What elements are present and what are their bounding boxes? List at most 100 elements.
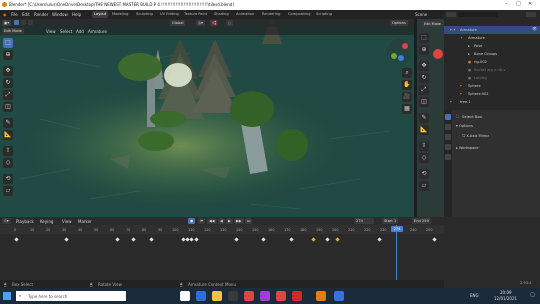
keyframe[interactable] [131, 237, 136, 242]
secondary-rotate-tool-icon[interactable]: ↻ [419, 73, 429, 83]
outliner-row[interactable]: ▾ Sphere.001 [444, 90, 540, 98]
outliner-row[interactable]: ▸ Pose [444, 42, 540, 50]
render-tab-icon[interactable] [445, 124, 451, 130]
tab-uv-editing[interactable]: UV Editing [158, 11, 181, 18]
outliner-row[interactable]: ▾ Sphere [444, 82, 540, 90]
keyframe-selected[interactable] [311, 237, 316, 242]
start-frame-field[interactable]: Start 1 [382, 218, 399, 224]
keyframe[interactable] [325, 237, 330, 242]
outliner-row[interactable]: ✦ Armature [444, 34, 540, 42]
outliner-row[interactable]: ● Lanrtig [444, 74, 540, 82]
maximize-icon[interactable]: □ [516, 1, 521, 7]
tab-texture-paint[interactable]: Texture Paint [182, 11, 209, 18]
camera-view-icon[interactable]: 🎥 [402, 92, 412, 102]
transform-tool-icon[interactable]: ◫ [3, 102, 13, 112]
tab-shading[interactable]: Shading [212, 11, 231, 18]
secondary-viewport[interactable]: Edit Mode ⬚ ⊕ ✥ ↻ ⤢ ◫ ✎ 📐 ⇧ ◇ ⟲ ▱ [417, 19, 444, 217]
transform-orientation-dropdown[interactable]: Global [170, 20, 186, 26]
outliner-search-input[interactable] [458, 12, 498, 17]
cursor-tool-icon[interactable]: ⊕ [3, 50, 13, 60]
section-xaxis-mirror[interactable]: ☐ X-Axis Mirror [462, 134, 489, 138]
timeline-area[interactable]: 0 10 20 30 40 50 60 70 80 90 100 110 120… [0, 225, 444, 280]
output-tab-icon[interactable] [445, 134, 451, 140]
keyframe[interactable] [377, 237, 382, 242]
keyframe[interactable] [289, 237, 294, 242]
secondary-annotate-tool-icon[interactable]: ✎ [419, 113, 429, 123]
scene-tab-icon[interactable] [445, 144, 451, 150]
close-icon[interactable]: ✕ [528, 1, 532, 7]
menu-keying[interactable]: Keying [40, 219, 53, 224]
timeline-editor-type-icon[interactable]: ⏱▾ [2, 218, 11, 224]
outliner-row[interactable]: ▾ tree.1 [444, 98, 540, 106]
tab-rendering[interactable]: Rendering [260, 11, 282, 18]
annotate-tool-icon[interactable]: ✎ [3, 118, 13, 128]
menu-marker[interactable]: Marker [78, 219, 92, 224]
chrome-icon[interactable] [244, 291, 254, 301]
discord-icon[interactable] [334, 291, 344, 301]
keyframe[interactable] [64, 237, 69, 242]
tab-compositing[interactable]: Compositing [286, 11, 313, 18]
outliner-row[interactable]: ▾ ✦ Armature [444, 26, 540, 34]
secondary-extrude-tool-icon[interactable]: ⇧ [419, 141, 429, 151]
keyframe[interactable] [115, 237, 120, 242]
outliner-filter-icon[interactable] [526, 12, 536, 17]
select-extend-icon[interactable] [21, 20, 26, 25]
play-reverse-icon[interactable]: ◀ [218, 218, 225, 224]
menu-file[interactable]: File [11, 12, 18, 17]
record-toggle-icon[interactable]: ● [188, 218, 196, 224]
select-mode-icon[interactable] [14, 20, 19, 25]
move-tool-icon[interactable]: ✥ [3, 66, 13, 76]
store-icon[interactable] [228, 291, 238, 301]
tab-modeling[interactable]: Modeling [110, 11, 130, 18]
keyframe[interactable] [261, 237, 266, 242]
tab-layout[interactable]: Layout [92, 11, 109, 18]
keyframe[interactable] [432, 237, 437, 242]
perspective-grid-icon[interactable]: ▦ [402, 104, 412, 114]
task-view-icon[interactable] [180, 291, 190, 301]
secondary-roll-tool-icon[interactable]: ⟲ [419, 169, 429, 179]
menu-view[interactable]: View [46, 29, 56, 34]
notification-icon[interactable]: ▢ [530, 292, 535, 298]
secondary-select-tool-icon[interactable]: ⬚ [419, 33, 429, 43]
secondary-move-tool-icon[interactable]: ✥ [419, 61, 429, 71]
eraser-tool-icon[interactable]: ▱ [3, 186, 13, 196]
clock-time[interactable]: 20:09 [500, 290, 512, 295]
menu-render[interactable]: Render [34, 12, 48, 17]
roll-tool-icon[interactable]: ⟲ [3, 174, 13, 184]
secondary-scale-tool-icon[interactable]: ⤢ [419, 85, 429, 95]
menu-armature[interactable]: Armature [88, 29, 107, 34]
section-options[interactable]: ▾ Options [456, 124, 473, 128]
start-windows-icon[interactable] [3, 292, 11, 300]
secondary-transform-tool-icon[interactable]: ◫ [419, 97, 429, 107]
tab-animation[interactable]: Animation [234, 11, 256, 18]
opera-icon[interactable] [292, 291, 302, 301]
current-frame-field[interactable]: 274 [354, 218, 374, 224]
jump-start-icon[interactable]: ⏮ [198, 218, 206, 224]
outliner-editor-type-icon[interactable] [446, 12, 456, 17]
tab-sculpting[interactable]: Sculpting [134, 11, 155, 18]
keyframe-selected[interactable] [335, 237, 340, 242]
scale-tool-icon[interactable]: ⤢ [3, 90, 13, 100]
secondary-gizmo-x-icon[interactable] [433, 49, 443, 59]
secondary-eraser-tool-icon[interactable]: ▱ [419, 181, 429, 191]
menu-playback[interactable]: Playback [16, 219, 34, 224]
edge-browser-icon[interactable] [196, 291, 206, 301]
menu-view-timeline[interactable]: View [62, 219, 72, 224]
3d-viewport[interactable] [0, 19, 414, 217]
prev-key-icon[interactable]: ◀◀ [207, 218, 217, 224]
object-tab-icon[interactable] [445, 154, 451, 160]
mode-dropdown[interactable]: Edit Mode [2, 28, 24, 34]
media-icon[interactable] [276, 291, 286, 301]
menu-select[interactable]: Select [60, 29, 72, 34]
proportional-edit-icon[interactable]: ◌ [226, 20, 234, 26]
play-icon[interactable]: ▶ [226, 218, 233, 224]
outliner-row[interactable]: ● rig-002 [444, 58, 540, 66]
taskbar-search-input[interactable]: Type here to search [16, 291, 126, 301]
visibility-eye-icon[interactable]: 👁 [532, 26, 537, 31]
keyframe[interactable] [234, 237, 239, 242]
pivot-icon[interactable]: ◎▾ [196, 20, 205, 26]
app-icon[interactable] [260, 291, 270, 301]
tool-tab-icon[interactable] [445, 114, 451, 120]
keyframe[interactable] [14, 237, 19, 242]
keyframe[interactable] [149, 237, 154, 242]
